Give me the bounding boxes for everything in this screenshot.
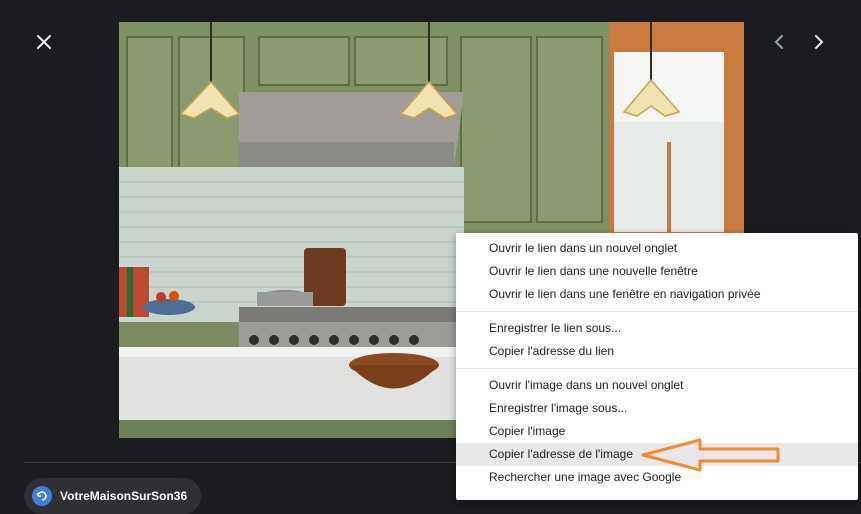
next-image-button[interactable] xyxy=(805,28,833,56)
menu-item-save-link-as[interactable]: Enregistrer le lien sous... xyxy=(456,317,858,340)
menu-item-open-link-new-tab[interactable]: Ouvrir le lien dans un nouvel onglet xyxy=(456,237,858,260)
menu-item-open-link-incognito[interactable]: Ouvrir le lien dans une fenêtre en navig… xyxy=(456,283,858,306)
menu-item-open-image-new-tab[interactable]: Ouvrir l'image dans un nouvel onglet xyxy=(456,374,858,397)
menu-item-copy-link-address[interactable]: Copier l'adresse du lien xyxy=(456,340,858,363)
close-icon xyxy=(37,35,51,49)
image-viewer: VotreMaisonSurSon36 Ouvrir le lien dans … xyxy=(0,0,861,514)
chevron-left-icon xyxy=(774,35,783,49)
menu-separator xyxy=(456,311,858,312)
arrow-shape xyxy=(641,438,780,472)
source-chip[interactable]: VotreMaisonSurSon36 xyxy=(24,478,202,514)
close-button[interactable] xyxy=(30,28,58,56)
menu-separator xyxy=(456,368,858,369)
source-name: VotreMaisonSurSon36 xyxy=(60,489,188,503)
menu-item-open-link-new-window[interactable]: Ouvrir le lien dans une nouvelle fenêtre xyxy=(456,260,858,283)
previous-image-button[interactable] xyxy=(765,28,793,56)
chevron-right-icon xyxy=(815,35,824,49)
menu-item-save-image-as[interactable]: Enregistrer l'image sous... xyxy=(456,397,858,420)
orange-arrow-annotation xyxy=(641,438,780,472)
website-logo-icon xyxy=(32,486,52,506)
